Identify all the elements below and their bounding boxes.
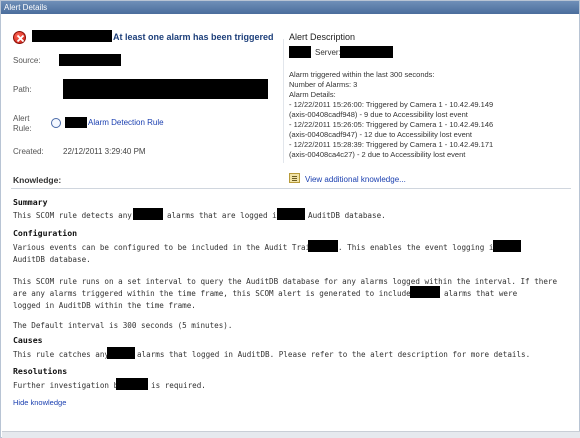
redacted-para xyxy=(410,286,440,298)
redacted-causes xyxy=(107,347,135,359)
redacted-server-prefix xyxy=(289,46,311,58)
alert-rule-link[interactable]: Alarm Detection Rule xyxy=(88,118,164,127)
server-label: Server: xyxy=(315,48,341,57)
interval-paragraph-line1: This SCOM rule runs on a set interval to… xyxy=(13,277,558,286)
configuration-text-a: Various events can be configured to be i… xyxy=(13,243,329,252)
description-line: (axis-00408ca4c27) - 2 due to Accessibil… xyxy=(289,150,466,159)
rule-label-line2: Rule: xyxy=(13,124,32,133)
created-label: Created: xyxy=(13,147,44,156)
redacted-source xyxy=(59,54,121,66)
source-label: Source: xyxy=(13,56,41,65)
summary-text-b: alarms that are logged in xyxy=(167,211,282,220)
error-icon xyxy=(13,31,26,44)
description-line: - 12/22/2011 15:26:00: Triggered by Came… xyxy=(289,100,494,109)
redacted-rule-prefix xyxy=(65,117,87,128)
causes-heading: Causes xyxy=(13,335,43,345)
description-line: - 12/22/2011 15:26:05: Triggered by Came… xyxy=(289,120,494,129)
rule-label-line1: Alert xyxy=(13,114,30,123)
knowledge-book-icon xyxy=(289,173,300,183)
summary-heading: Summary xyxy=(13,197,48,207)
redacted-server-name xyxy=(340,46,393,58)
redacted-config-2 xyxy=(493,240,521,252)
knowledge-heading: Knowledge: xyxy=(13,175,62,185)
resolutions-text-b: is required. xyxy=(151,381,206,390)
description-line: Alarm triggered within the last 300 seco… xyxy=(289,70,435,79)
redacted-alert-name xyxy=(32,30,112,42)
interval-paragraph-line2b: alarms that were xyxy=(444,289,518,298)
redacted-config-1 xyxy=(308,240,338,252)
view-additional-knowledge-link[interactable]: View additional knowledge... xyxy=(305,175,406,184)
rule-radio-icon[interactable] xyxy=(51,118,61,128)
causes-text-b: alarms that logged in AuditDB. Please re… xyxy=(137,350,531,359)
configuration-text-b: . This enables the event logging into xyxy=(338,243,508,252)
resolutions-text-a: Further investigation by xyxy=(13,381,123,390)
redacted-path xyxy=(63,79,268,99)
description-heading: Alert Description xyxy=(289,32,356,42)
description-line: Alarm Details: xyxy=(289,90,336,99)
default-interval-text: The Default interval is 300 seconds (5 m… xyxy=(13,321,233,330)
knowledge-divider xyxy=(11,188,571,189)
causes-text-a: This rule catches any xyxy=(13,350,110,359)
description-line: - 12/22/2011 15:28:39: Triggered by Came… xyxy=(289,140,494,149)
interval-paragraph-line3: logged in AuditDB within the time frame. xyxy=(13,301,196,310)
window-title: Alert Details xyxy=(1,1,579,14)
alert-details-window: Alert Details At least one alarm has bee… xyxy=(0,0,580,438)
summary-text-c: AuditDB database. xyxy=(308,211,386,220)
configuration-heading: Configuration xyxy=(13,228,78,238)
configuration-text-c: AuditDB database. xyxy=(13,255,91,264)
redacted-summary-2 xyxy=(277,208,305,220)
redacted-resolutions xyxy=(116,378,148,390)
redacted-summary-1 xyxy=(133,208,163,220)
description-line: (axis-00408cadf947) - 12 due to Accessib… xyxy=(289,130,473,139)
path-label: Path: xyxy=(13,85,32,94)
horizontal-scrollbar[interactable] xyxy=(2,431,580,438)
description-line: Number of Alarms: 3 xyxy=(289,80,358,89)
column-divider xyxy=(283,39,284,163)
alert-headline: At least one alarm has been triggered xyxy=(113,32,274,42)
hide-knowledge-link[interactable]: Hide knowledge xyxy=(13,398,66,407)
interval-paragraph-line2a: are any alarms triggered within the time… xyxy=(13,289,430,298)
created-value: 22/12/2011 3:29:40 PM xyxy=(63,147,146,156)
description-line: (axis-00408cadf948) - 9 due to Accessibi… xyxy=(289,110,468,119)
resolutions-heading: Resolutions xyxy=(13,366,68,376)
summary-text-a: This SCOM rule detects any xyxy=(13,211,132,220)
